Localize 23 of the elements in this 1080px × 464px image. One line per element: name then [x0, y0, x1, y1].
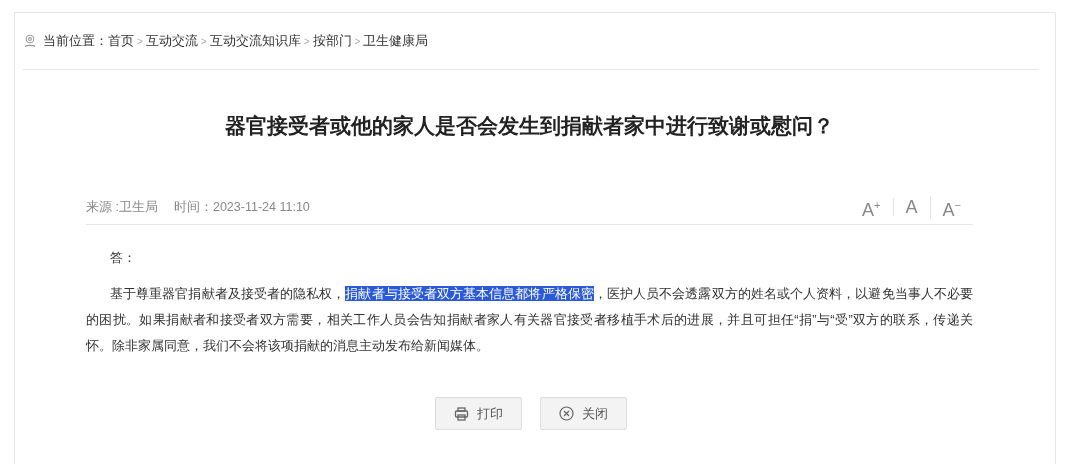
- breadcrumb-link[interactable]: 首页: [108, 32, 134, 50]
- breadcrumb-label: 当前位置：: [43, 32, 108, 50]
- article-title: 器官接受者或他的家人是否会发生到捐献者家中进行致谢或慰问？: [224, 113, 835, 139]
- breadcrumb-separator: >: [200, 35, 207, 47]
- answer-label: 答：: [110, 249, 137, 267]
- location-pin-icon: [23, 34, 37, 48]
- printer-icon: [454, 406, 469, 421]
- font-size-button[interactable]: A: [892, 198, 930, 216]
- breadcrumb-link[interactable]: 按部门: [312, 32, 352, 50]
- font-size-button[interactable]: A$^{+}$: [850, 195, 893, 219]
- close-button[interactable]: 关闭: [540, 397, 627, 430]
- close-icon: [559, 406, 574, 421]
- breadcrumb-separator: >: [137, 35, 143, 47]
- breadcrumb-link[interactable]: 互动交流知识库: [209, 32, 301, 50]
- font-size-button[interactable]: A$^{−}$: [929, 195, 973, 219]
- article-time: 时间：2023-11-24 11:10: [173, 198, 310, 216]
- article-source: 来源 :卫生局: [86, 198, 158, 216]
- breadcrumb-link[interactable]: 互动交流: [145, 32, 198, 50]
- print-button[interactable]: 打印: [435, 397, 522, 430]
- breadcrumb-separator: >: [303, 35, 310, 47]
- breadcrumb-separator: >: [354, 35, 361, 47]
- breadcrumb-link[interactable]: 卫生健康局: [363, 32, 429, 50]
- answer-paragraph: 基于尊重器官捐献者及接受者的隐私权，捐献者与接受者双方基本信息都将严格保密，医护人员不会透露双方的姓名或个人资料，以避免当事人不必要的困扰。如果捐献者和接受者双方需要，相关工作人员会告知捐献者家人有关器官接受者移植手术后的进展，并且可担任“捐”与“受”双方的联系，传递关怀。除非家属同意，我们不会将该项捐献的消息主动发布给新闻媒体。: [86, 285, 973, 355]
